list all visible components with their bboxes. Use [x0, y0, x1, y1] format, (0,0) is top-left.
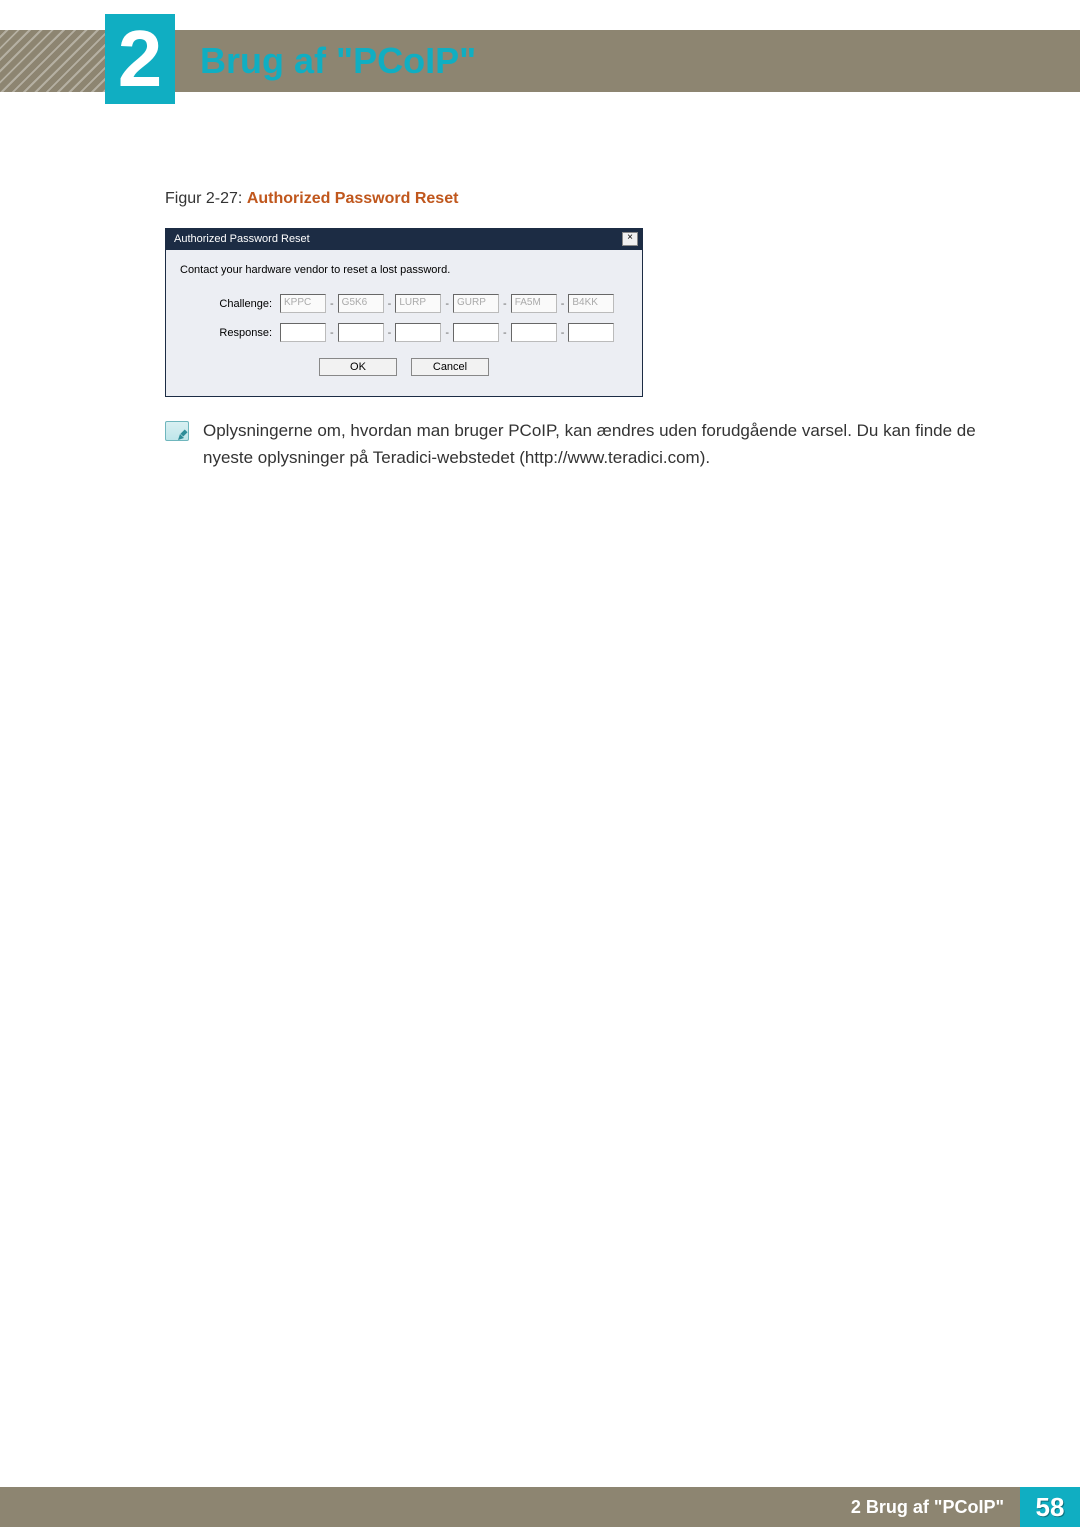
close-icon[interactable]: × [622, 232, 638, 246]
ok-button[interactable]: OK [319, 358, 397, 376]
chapter-title: Brug af "PCoIP" [200, 40, 476, 82]
response-segment-1[interactable] [338, 323, 384, 342]
response-row: Response: - - - - - [180, 323, 628, 342]
footer-page-number: 58 [1020, 1487, 1080, 1527]
challenge-dash: - [559, 298, 567, 310]
challenge-segment-1: G5K6 [338, 294, 384, 313]
password-reset-dialog: Authorized Password Reset × Contact your… [165, 228, 643, 397]
response-dash: - [328, 327, 336, 339]
dialog-instruction: Contact your hardware vendor to reset a … [180, 264, 628, 276]
footer-label: 2 Brug af "PCoIP" [835, 1487, 1020, 1527]
challenge-dash: - [443, 298, 451, 310]
dialog-titlebar: Authorized Password Reset × [166, 229, 642, 250]
response-segment-2[interactable] [395, 323, 441, 342]
challenge-dash: - [328, 298, 336, 310]
dialog-button-row: OK Cancel [180, 352, 628, 386]
pencil-note-icon [165, 421, 189, 441]
chapter-badge: 2 [105, 14, 175, 104]
challenge-label: Challenge: [180, 298, 280, 310]
figure-caption: Figur 2-27: Authorized Password Reset [165, 190, 1030, 208]
challenge-row: Challenge: KPPC - G5K6 - LURP - GURP - F… [180, 294, 628, 313]
response-segment-4[interactable] [511, 323, 557, 342]
info-note-text: Oplysningerne om, hvordan man bruger PCo… [203, 417, 1030, 471]
response-segment-0[interactable] [280, 323, 326, 342]
challenge-segment-5: B4KK [568, 294, 614, 313]
page-content: Figur 2-27: Authorized Password Reset Au… [165, 190, 1030, 471]
challenge-segment-2: LURP [395, 294, 441, 313]
figure-caption-prefix: Figur 2-27: [165, 190, 247, 207]
response-segment-3[interactable] [453, 323, 499, 342]
cancel-button[interactable]: Cancel [411, 358, 489, 376]
header-hatch-pattern [0, 30, 105, 92]
challenge-group: KPPC - G5K6 - LURP - GURP - FA5M - B4KK [280, 294, 614, 313]
response-dash: - [501, 327, 509, 339]
challenge-dash: - [386, 298, 394, 310]
chapter-number: 2 [118, 19, 163, 99]
response-label: Response: [180, 327, 280, 339]
challenge-segment-4: FA5M [511, 294, 557, 313]
footer-band: 2 Brug af "PCoIP" 58 [0, 1487, 1080, 1527]
challenge-segment-0: KPPC [280, 294, 326, 313]
challenge-segment-3: GURP [453, 294, 499, 313]
response-dash: - [559, 327, 567, 339]
dialog-title: Authorized Password Reset [174, 233, 310, 245]
response-group: - - - - - [280, 323, 614, 342]
figure-caption-title: Authorized Password Reset [247, 190, 459, 207]
challenge-dash: - [501, 298, 509, 310]
dialog-body: Contact your hardware vendor to reset a … [166, 250, 642, 396]
response-dash: - [386, 327, 394, 339]
response-dash: - [443, 327, 451, 339]
info-note: Oplysningerne om, hvordan man bruger PCo… [165, 417, 1030, 471]
response-segment-5[interactable] [568, 323, 614, 342]
